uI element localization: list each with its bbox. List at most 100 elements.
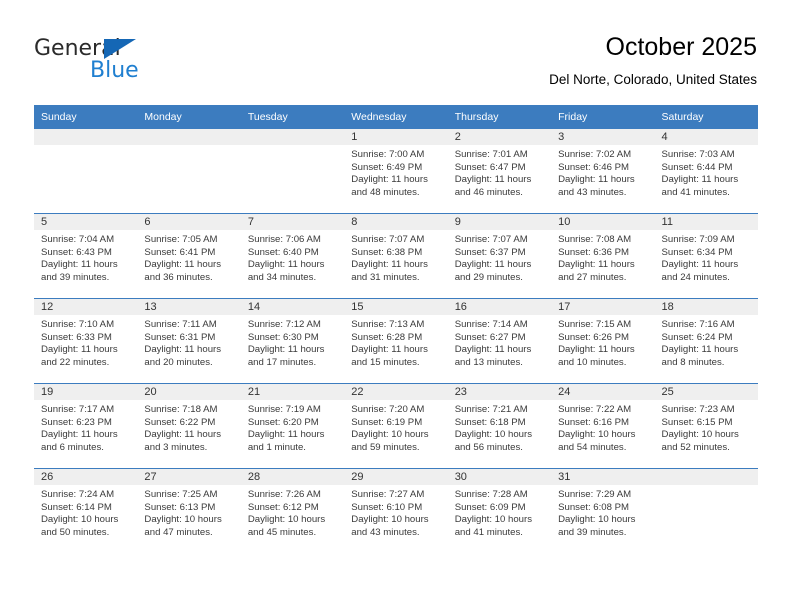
calendar-day-cell[interactable]: 29 Sunrise: 7:27 AM Sunset: 6:10 PM Dayligh… bbox=[344, 468, 448, 553]
calendar-cell-empty bbox=[240, 129, 345, 214]
sunrise-text: Sunrise: 7:23 AM bbox=[661, 404, 735, 415]
calendar-day-cell[interactable]: 21 Sunrise: 7:19 AM Sunset: 6:20 PM Dayligh… bbox=[240, 383, 345, 469]
calendar-day-cell[interactable]: 4 Sunrise: 7:03 AM Sunset: 6:44 PM Daylight… bbox=[654, 129, 758, 214]
logo-text-blue: Blue bbox=[90, 58, 139, 83]
day-details: Sunrise: 7:06 AM Sunset: 6:40 PM Daylight:… bbox=[241, 230, 344, 284]
day-number: 19 bbox=[34, 384, 138, 400]
calendar-day-cell[interactable]: 15 Sunrise: 7:13 AM Sunset: 6:28 PM Dayligh… bbox=[344, 298, 448, 384]
calendar-day-cell[interactable]: 5 Sunrise: 7:04 AM Sunset: 6:43 PM Daylight… bbox=[34, 213, 138, 299]
calendar-week-row: 1 Sunrise: 7:00 AM Sunset: 6:49 PM Daylight… bbox=[34, 129, 758, 214]
sunset-text: Sunset: 6:26 PM bbox=[558, 331, 630, 343]
daylight-text-line2: and 24 minutes. bbox=[661, 271, 730, 283]
calendar-day-cell[interactable]: 9 Sunrise: 7:07 AM Sunset: 6:37 PM Daylight… bbox=[447, 213, 552, 299]
sunset-text: Sunset: 6:10 PM bbox=[351, 501, 423, 513]
daylight-text-line1: Daylight: 11 hours bbox=[144, 259, 222, 271]
cell-inner: 31 Sunrise: 7:29 AM Sunset: 6:08 PM Dayligh… bbox=[551, 469, 655, 553]
day-number: 29 bbox=[344, 469, 448, 485]
day-number bbox=[240, 129, 345, 145]
calendar-cell-empty bbox=[654, 468, 758, 553]
title-block: October 2025 Del Norte, Colorado, United… bbox=[549, 32, 757, 89]
day-details: Sunrise: 7:28 AM Sunset: 6:09 PM Daylight:… bbox=[448, 485, 551, 539]
daylight-text-line1: Daylight: 10 hours bbox=[351, 514, 429, 526]
calendar-day-cell[interactable]: 19 Sunrise: 7:17 AM Sunset: 6:23 PM Dayligh… bbox=[34, 383, 138, 469]
day-number: 8 bbox=[344, 214, 448, 230]
calendar-day-cell[interactable]: 10 Sunrise: 7:08 AM Sunset: 6:36 PM Dayligh… bbox=[551, 213, 655, 299]
calendar-day-cell[interactable]: 18 Sunrise: 7:16 AM Sunset: 6:24 PM Dayligh… bbox=[654, 298, 758, 384]
daylight-text-line1: Daylight: 10 hours bbox=[454, 514, 533, 526]
weekday-header-friday: Friday bbox=[551, 105, 655, 129]
daylight-text-line1: Daylight: 10 hours bbox=[454, 429, 533, 441]
cell-inner bbox=[240, 129, 345, 213]
day-number: 18 bbox=[654, 299, 758, 315]
cell-inner bbox=[137, 129, 241, 213]
calendar-day-cell[interactable]: 20 Sunrise: 7:18 AM Sunset: 6:22 PM Dayligh… bbox=[137, 383, 241, 469]
day-details: Sunrise: 7:00 AM Sunset: 6:49 PM Daylight:… bbox=[344, 145, 447, 199]
calendar-day-cell[interactable]: 27 Sunrise: 7:25 AM Sunset: 6:13 PM Dayligh… bbox=[137, 468, 241, 553]
calendar-day-cell[interactable]: 8 Sunrise: 7:07 AM Sunset: 6:38 PM Daylight… bbox=[344, 213, 448, 299]
daylight-text-line2: and 29 minutes. bbox=[454, 271, 523, 283]
calendar-day-cell[interactable]: 7 Sunrise: 7:06 AM Sunset: 6:40 PM Daylight… bbox=[240, 213, 345, 299]
cell-inner: 9 Sunrise: 7:07 AM Sunset: 6:37 PM Daylight… bbox=[447, 214, 552, 298]
cell-inner: 22 Sunrise: 7:20 AM Sunset: 6:19 PM Dayligh… bbox=[344, 384, 448, 468]
calendar-day-cell[interactable]: 11 Sunrise: 7:09 AM Sunset: 6:34 PM Dayligh… bbox=[654, 213, 758, 299]
cell-inner: 30 Sunrise: 7:28 AM Sunset: 6:09 PM Dayligh… bbox=[447, 469, 552, 553]
calendar-day-cell[interactable]: 23 Sunrise: 7:21 AM Sunset: 6:18 PM Dayligh… bbox=[447, 383, 552, 469]
calendar-day-cell[interactable]: 31 Sunrise: 7:29 AM Sunset: 6:08 PM Dayligh… bbox=[551, 468, 655, 553]
daylight-text-line2: and 34 minutes. bbox=[247, 271, 317, 283]
cell-inner: 21 Sunrise: 7:19 AM Sunset: 6:20 PM Dayligh… bbox=[240, 384, 345, 468]
sunrise-text: Sunrise: 7:19 AM bbox=[247, 404, 321, 415]
day-details: Sunrise: 7:23 AM Sunset: 6:15 PM Daylight:… bbox=[655, 400, 758, 454]
calendar-day-cell[interactable]: 17 Sunrise: 7:15 AM Sunset: 6:26 PM Dayligh… bbox=[551, 298, 655, 384]
daylight-text-line1: Daylight: 11 hours bbox=[41, 259, 118, 271]
calendar-day-cell[interactable]: 30 Sunrise: 7:28 AM Sunset: 6:09 PM Dayligh… bbox=[447, 468, 552, 553]
cell-inner bbox=[34, 129, 138, 213]
day-details: Sunrise: 7:15 AM Sunset: 6:26 PM Daylight:… bbox=[551, 315, 654, 369]
calendar-day-cell[interactable]: 24 Sunrise: 7:22 AM Sunset: 6:16 PM Dayligh… bbox=[551, 383, 655, 469]
day-details: Sunrise: 7:24 AM Sunset: 6:14 PM Daylight:… bbox=[34, 485, 137, 539]
cell-inner: 8 Sunrise: 7:07 AM Sunset: 6:38 PM Daylight… bbox=[344, 214, 448, 298]
weekday-header-tuesday: Tuesday bbox=[240, 105, 345, 129]
daylight-text-line2: and 1 minute. bbox=[247, 441, 306, 453]
calendar-day-cell[interactable]: 1 Sunrise: 7:00 AM Sunset: 6:49 PM Daylight… bbox=[344, 129, 448, 214]
day-number: 25 bbox=[654, 384, 758, 400]
sunrise-text: Sunrise: 7:05 AM bbox=[144, 234, 218, 245]
calendar-day-cell[interactable]: 22 Sunrise: 7:20 AM Sunset: 6:19 PM Dayligh… bbox=[344, 383, 448, 469]
calendar-day-cell[interactable]: 28 Sunrise: 7:26 AM Sunset: 6:12 PM Dayligh… bbox=[240, 468, 345, 553]
sunset-text: Sunset: 6:28 PM bbox=[351, 331, 423, 343]
calendar-day-cell[interactable]: 2 Sunrise: 7:01 AM Sunset: 6:47 PM Daylight… bbox=[447, 129, 552, 214]
sunrise-text: Sunrise: 7:18 AM bbox=[144, 404, 218, 415]
day-details: Sunrise: 7:21 AM Sunset: 6:18 PM Daylight:… bbox=[448, 400, 551, 454]
general-blue-logo[interactable]: General Blue bbox=[34, 36, 214, 88]
day-details: Sunrise: 7:11 AM Sunset: 6:31 PM Daylight:… bbox=[137, 315, 240, 369]
daylight-text-line2: and 46 minutes. bbox=[454, 186, 523, 198]
calendar-day-cell[interactable]: 16 Sunrise: 7:14 AM Sunset: 6:27 PM Dayligh… bbox=[447, 298, 552, 384]
calendar-day-cell[interactable]: 14 Sunrise: 7:12 AM Sunset: 6:30 PM Dayligh… bbox=[240, 298, 345, 384]
day-details: Sunrise: 7:05 AM Sunset: 6:41 PM Daylight:… bbox=[137, 230, 240, 284]
day-details: Sunrise: 7:07 AM Sunset: 6:37 PM Daylight:… bbox=[448, 230, 551, 284]
day-details: Sunrise: 7:13 AM Sunset: 6:28 PM Daylight:… bbox=[344, 315, 447, 369]
sunset-text: Sunset: 6:44 PM bbox=[661, 161, 733, 173]
calendar-day-cell[interactable]: 13 Sunrise: 7:11 AM Sunset: 6:31 PM Dayligh… bbox=[137, 298, 241, 384]
day-number bbox=[654, 469, 758, 485]
sunset-text: Sunset: 6:40 PM bbox=[247, 246, 319, 258]
logo-triangle-icon bbox=[104, 39, 136, 59]
sunrise-text: Sunrise: 7:15 AM bbox=[558, 319, 632, 330]
cell-inner: 1 Sunrise: 7:00 AM Sunset: 6:49 PM Daylight… bbox=[344, 129, 448, 213]
calendar-day-cell[interactable]: 25 Sunrise: 7:23 AM Sunset: 6:15 PM Dayligh… bbox=[654, 383, 758, 469]
calendar-day-cell[interactable]: 12 Sunrise: 7:10 AM Sunset: 6:33 PM Dayligh… bbox=[34, 298, 138, 384]
sunrise-text: Sunrise: 7:00 AM bbox=[351, 149, 425, 160]
day-number: 2 bbox=[447, 129, 552, 145]
calendar-day-cell[interactable]: 3 Sunrise: 7:02 AM Sunset: 6:46 PM Daylight… bbox=[551, 129, 655, 214]
sunrise-text: Sunrise: 7:07 AM bbox=[351, 234, 425, 245]
sunrise-text: Sunrise: 7:24 AM bbox=[41, 489, 115, 500]
day-number: 13 bbox=[137, 299, 241, 315]
calendar-day-cell[interactable]: 26 Sunrise: 7:24 AM Sunset: 6:14 PM Dayligh… bbox=[34, 468, 138, 553]
day-details: Sunrise: 7:08 AM Sunset: 6:36 PM Daylight:… bbox=[551, 230, 654, 284]
daylight-text-line2: and 6 minutes. bbox=[41, 441, 104, 453]
weekday-header-thursday: Thursday bbox=[447, 105, 552, 129]
weekday-header-monday: Monday bbox=[137, 105, 241, 129]
daylight-text-line1: Daylight: 10 hours bbox=[661, 429, 739, 441]
sunrise-text: Sunrise: 7:13 AM bbox=[351, 319, 425, 330]
day-number: 3 bbox=[551, 129, 655, 145]
calendar-day-cell[interactable]: 6 Sunrise: 7:05 AM Sunset: 6:41 PM Daylight… bbox=[137, 213, 241, 299]
